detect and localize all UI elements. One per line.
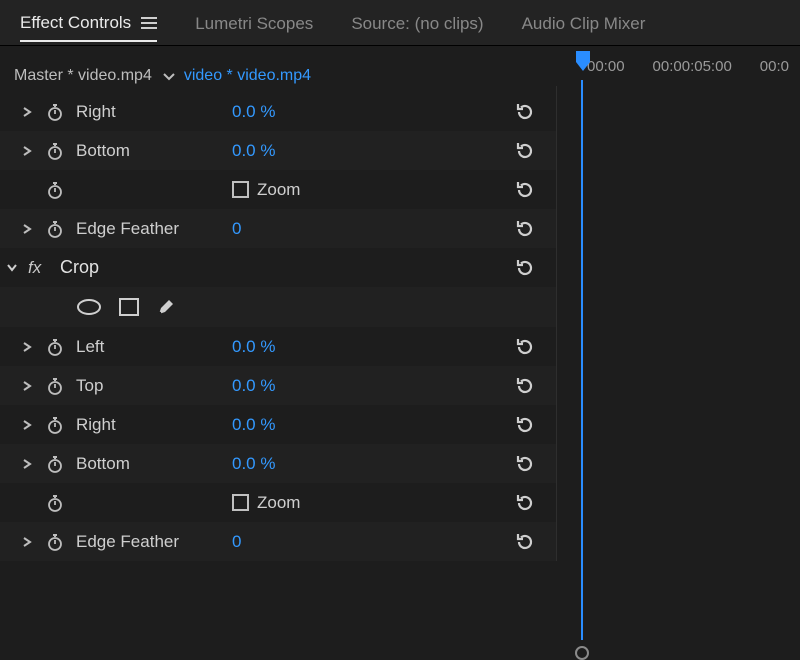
tab-audio-clip-mixer[interactable]: Audio Clip Mixer [522, 14, 646, 41]
playhead-icon[interactable] [575, 50, 591, 72]
mask-rect-icon[interactable] [118, 297, 140, 317]
stopwatch-icon[interactable] [46, 142, 76, 160]
property-label: Right [76, 102, 232, 122]
effect-properties: Right 0.0 % Bottom 0.0 % Zoom [0, 86, 556, 561]
panel-menu-icon[interactable] [141, 17, 157, 29]
effect-name: Crop [60, 257, 216, 278]
zoom-checkbox[interactable] [232, 494, 249, 511]
expand-icon[interactable] [22, 459, 46, 469]
property-crop-right: Right 0.0 % [0, 405, 556, 444]
stopwatch-icon[interactable] [46, 181, 76, 199]
reset-icon[interactable] [510, 532, 540, 552]
collapse-icon[interactable] [6, 262, 28, 274]
timeline-scroll-thumb[interactable] [575, 646, 589, 660]
property-label: Right [76, 415, 232, 435]
panel-tabs: Effect Controls Lumetri Scopes Source: (… [0, 0, 800, 46]
stopwatch-icon[interactable] [46, 220, 76, 238]
reset-icon[interactable] [510, 454, 540, 474]
property-bottom: Bottom 0.0 % [0, 131, 556, 170]
time-ruler[interactable]: 00:00 00:00:05:00 00:0 [557, 46, 800, 86]
tab-effect-controls[interactable]: Effect Controls [20, 13, 157, 42]
property-label: Bottom [76, 141, 232, 161]
property-zoom: Zoom [0, 170, 556, 209]
property-value[interactable]: 0.0 % [232, 454, 382, 474]
stopwatch-icon[interactable] [46, 455, 76, 473]
reset-icon[interactable] [510, 376, 540, 396]
property-label: Top [76, 376, 232, 396]
property-value[interactable]: 0.0 % [232, 337, 382, 357]
property-value[interactable]: 0.0 % [232, 415, 382, 435]
tab-source[interactable]: Source: (no clips) [351, 14, 483, 41]
stopwatch-icon[interactable] [46, 377, 76, 395]
reset-icon[interactable] [510, 258, 540, 278]
property-label: Bottom [76, 454, 232, 474]
reset-icon[interactable] [510, 180, 540, 200]
mask-pen-icon[interactable] [156, 297, 176, 317]
current-clip-label[interactable]: video * video.mp4 [184, 67, 311, 85]
property-crop-top: Top 0.0 % [0, 366, 556, 405]
reset-icon[interactable] [510, 415, 540, 435]
playhead-line[interactable] [581, 80, 583, 640]
mask-tools [0, 287, 556, 327]
expand-icon[interactable] [22, 107, 46, 117]
property-value[interactable]: 0.0 % [232, 376, 382, 396]
zoom-label: Zoom [257, 180, 300, 200]
clip-dropdown-icon[interactable] [162, 69, 176, 83]
reset-icon[interactable] [510, 102, 540, 122]
property-value[interactable]: 0 [232, 219, 382, 239]
keyframe-timeline[interactable]: 00:00 00:00:05:00 00:0 [556, 86, 800, 561]
expand-icon[interactable] [22, 381, 46, 391]
effect-crop-header[interactable]: fx Crop [0, 248, 556, 287]
property-value[interactable]: 0 [232, 532, 382, 552]
reset-icon[interactable] [510, 141, 540, 161]
fx-badge[interactable]: fx [28, 258, 60, 278]
ruler-tick: 00:0 [760, 58, 789, 75]
reset-icon[interactable] [510, 337, 540, 357]
expand-icon[interactable] [22, 224, 46, 234]
property-crop-left: Left 0.0 % [0, 327, 556, 366]
property-edge-feather: Edge Feather 0 [0, 209, 556, 248]
expand-icon[interactable] [22, 342, 46, 352]
expand-icon[interactable] [22, 146, 46, 156]
property-right: Right 0.0 % [0, 92, 556, 131]
master-clip-label: Master * video.mp4 [14, 67, 152, 85]
property-value[interactable]: 0.0 % [232, 141, 382, 161]
reset-icon[interactable] [510, 493, 540, 513]
expand-icon[interactable] [22, 537, 46, 547]
property-crop-edge-feather: Edge Feather 0 [0, 522, 556, 561]
stopwatch-icon[interactable] [46, 533, 76, 551]
mask-ellipse-icon[interactable] [76, 297, 102, 317]
ruler-tick: 00:00:05:00 [653, 58, 732, 75]
tab-lumetri-scopes[interactable]: Lumetri Scopes [195, 14, 313, 41]
property-label: Edge Feather [76, 532, 232, 552]
zoom-checkbox[interactable] [232, 181, 249, 198]
expand-icon[interactable] [22, 420, 46, 430]
property-crop-bottom: Bottom 0.0 % [0, 444, 556, 483]
tab-label: Effect Controls [20, 13, 131, 33]
zoom-label: Zoom [257, 493, 300, 513]
stopwatch-icon[interactable] [46, 103, 76, 121]
property-crop-zoom: Zoom [0, 483, 556, 522]
stopwatch-icon[interactable] [46, 494, 76, 512]
reset-icon[interactable] [510, 219, 540, 239]
stopwatch-icon[interactable] [46, 416, 76, 434]
property-label: Left [76, 337, 232, 357]
ruler-tick: 00:00 [587, 58, 625, 75]
stopwatch-icon[interactable] [46, 338, 76, 356]
property-value[interactable]: 0.0 % [232, 102, 382, 122]
property-label: Edge Feather [76, 219, 232, 239]
